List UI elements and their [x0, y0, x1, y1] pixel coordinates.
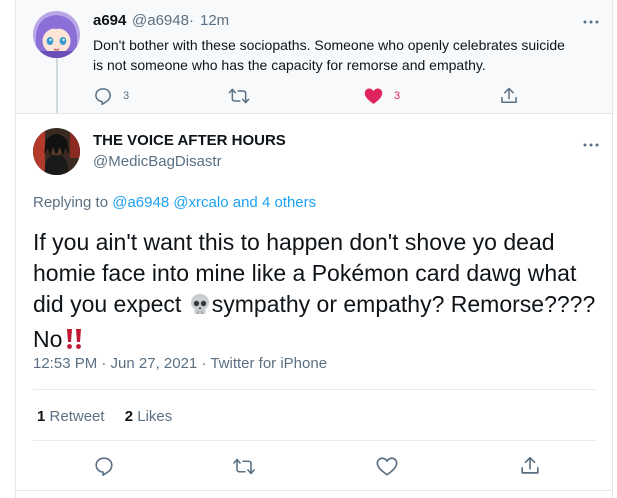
retweet-label[interactable]: Retweet [50, 408, 105, 425]
main-text-line-2: homie face into mine like a Pokémon card… [33, 260, 577, 286]
replying-prefix: Replying to [33, 194, 109, 211]
main-text-line-4-word: No [33, 326, 63, 352]
reply-icon[interactable] [93, 86, 113, 111]
heart-icon[interactable] [364, 87, 383, 110]
separator-1 [33, 389, 596, 390]
reply-avatar[interactable] [33, 11, 80, 58]
tweet-timestamp[interactable]: 12:53 PM · Jun 27, 2021 · Twitter for iP… [33, 355, 327, 372]
main-reply-icon[interactable] [93, 455, 115, 482]
retweet-count[interactable]: 1 [37, 408, 45, 425]
reply-display-name[interactable]: a694 [93, 12, 126, 29]
main-more-icon[interactable] [583, 135, 599, 151]
frame-right-border [612, 0, 613, 498]
like-count[interactable]: 2 [125, 408, 133, 425]
reply-text-line-1: Don't bother with these sociopaths. Some… [93, 37, 565, 53]
reply-reply-count: 3 [123, 90, 130, 102]
replying-to: Replying to @a6948 @xrcalo and 4 others [33, 194, 316, 211]
bottom-border [16, 490, 612, 491]
reply-time[interactable]: 12m [200, 12, 229, 29]
main-display-name[interactable]: THE VOICE AFTER HOURS [93, 132, 286, 149]
tweet-stats: 1 Retweet 2 Likes [37, 408, 172, 425]
like-label[interactable]: Likes [137, 408, 172, 425]
main-retweet-icon[interactable] [232, 456, 256, 482]
skull-emoji [188, 292, 212, 324]
reply-more-icon[interactable] [583, 12, 599, 28]
main-share-icon[interactable] [519, 455, 541, 482]
main-avatar[interactable] [33, 128, 80, 175]
main-handle[interactable]: @MedicBagDisastr [93, 153, 222, 170]
main-text-line-1: If you ain't want this to happen don't s… [33, 229, 555, 255]
main-text-line-3a: did you expect [33, 291, 182, 317]
replying-users-link[interactable]: @a6948 @xrcalo [112, 194, 228, 211]
thread-connector-line [56, 58, 58, 113]
retweet-icon[interactable] [228, 86, 250, 111]
reply-handle[interactable]: @a6948 [132, 12, 189, 29]
separator-2 [33, 440, 596, 441]
reply-like-count: 3 [394, 90, 401, 102]
share-icon[interactable] [499, 86, 519, 111]
reply-separator: · [189, 12, 194, 29]
main-text-line-3b: sympathy or empathy? Remorse???? [211, 291, 596, 317]
reply-text-line-2: is not someone who has the capacity for … [93, 57, 486, 73]
main-like-icon[interactable] [376, 456, 398, 482]
main-tweet-text: If you ain't want this to happen don't s… [33, 227, 603, 359]
replying-others-link[interactable]: and 4 others [233, 194, 316, 211]
main-text-line-3: did you expect sympathy or empathy? Remo… [33, 289, 603, 324]
main-text-line-4: No [33, 324, 603, 359]
tweet-divider [16, 113, 612, 114]
